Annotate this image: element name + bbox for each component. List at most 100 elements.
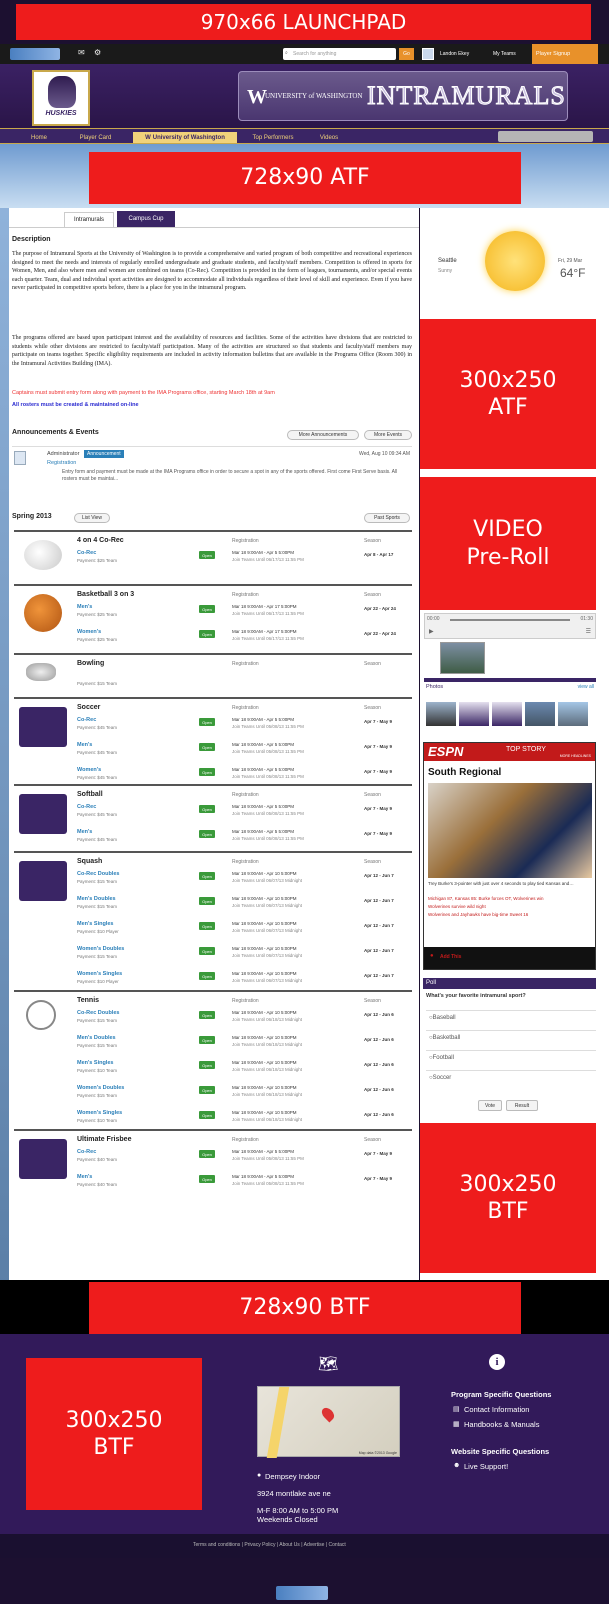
nav-top-performers[interactable]: Top Performers <box>244 132 302 143</box>
leaderboard-btf-ad[interactable]: 728x90 BTF <box>89 1282 521 1334</box>
launchpad-ad[interactable]: 970x66 LAUNCHPAD <box>16 4 591 40</box>
video-progress-bar[interactable] <box>450 619 570 621</box>
division-link[interactable]: Women's Doubles <box>77 946 124 952</box>
registration-dates: Mar 18 9:00AM - Apr 17 5:00PM <box>232 604 297 609</box>
poll-vote-button[interactable]: Vote <box>478 1100 502 1111</box>
add-this-icon[interactable]: ● <box>430 953 434 959</box>
more-events-button[interactable]: More Events <box>364 430 412 440</box>
division-link[interactable]: Women's <box>77 629 101 635</box>
division-link[interactable]: Men's Singles <box>77 921 113 927</box>
poll-option-basketball[interactable]: ○ Basketball <box>426 1030 596 1045</box>
rectangle-atf-ad[interactable]: 300x250 ATF <box>420 319 596 469</box>
poll-option-football[interactable]: ○ Football <box>426 1050 596 1065</box>
nav-toggle-button[interactable] <box>498 131 593 142</box>
division-link[interactable]: Co-Rec <box>77 550 96 556</box>
photo-thumb-4[interactable] <box>525 702 555 726</box>
division-link[interactable]: Men's <box>77 1174 92 1180</box>
announcement-item[interactable]: Administrator Announcement Wed, Aug 10 0… <box>12 446 412 492</box>
announcement-heading[interactable]: Registration <box>47 460 76 466</box>
photo-thumb-3[interactable] <box>492 702 522 726</box>
division-link[interactable]: Women's Doubles <box>77 1085 124 1091</box>
menu-icon[interactable]: ☰ <box>586 628 591 635</box>
division-link[interactable]: Men's Doubles <box>77 896 116 902</box>
footer-logo[interactable] <box>276 1586 328 1600</box>
user-name-link[interactable]: Landon Ekey <box>440 51 469 57</box>
photo-thumb-1[interactable] <box>426 702 456 726</box>
rectangle-btf-ad-side[interactable]: 300x250 BTF <box>420 1123 596 1273</box>
division-link[interactable]: Co-Rec <box>77 804 96 810</box>
espn-link-3[interactable]: Wolverines and Jayhawks have big-time Sw… <box>428 912 592 917</box>
sport-name[interactable]: 4 on 4 Co-Rec <box>77 537 124 544</box>
espn-more-headlines[interactable]: MORE HEADLINES <box>560 754 591 758</box>
season-column-header: Season <box>364 705 381 711</box>
sport-name[interactable]: Basketball 3 on 3 <box>77 591 134 598</box>
photo-thumb-5[interactable] <box>558 702 588 726</box>
more-announcements-button[interactable]: More Announcements <box>287 430 359 440</box>
notification-icon[interactable]: ✉ <box>78 48 88 58</box>
video-preroll-ad[interactable]: VIDEO Pre-Roll <box>420 477 596 610</box>
photo-thumb-2[interactable] <box>459 702 489 726</box>
site-logo[interactable] <box>10 48 60 60</box>
division-link[interactable]: Co-Rec Doubles <box>77 1010 119 1016</box>
tab-campus-cup[interactable]: Campus Cup <box>117 211 175 227</box>
division-link[interactable]: Co-Rec <box>77 717 96 723</box>
division-link[interactable]: Co-Rec <box>77 1149 96 1155</box>
video-controls[interactable]: 00:00 01:30 ▶ ☰ <box>424 613 596 639</box>
search-button[interactable]: Go <box>399 48 414 60</box>
division-link[interactable]: Men's <box>77 604 92 610</box>
division-link[interactable]: Men's Doubles <box>77 1035 116 1041</box>
espn-link-2[interactable]: Wolverines survive wild night <box>428 904 592 909</box>
nav-player-card[interactable]: Player Card <box>68 132 123 143</box>
map-widget[interactable]: Map data ©2013 Google <box>257 1386 400 1458</box>
my-teams-link[interactable]: My Teams <box>493 51 516 57</box>
avatar[interactable] <box>422 48 434 60</box>
division-link[interactable]: Men's <box>77 829 92 835</box>
video-thumbnail[interactable] <box>440 642 485 674</box>
division-link[interactable]: Men's Singles <box>77 1060 113 1066</box>
huskies-logo[interactable]: HUSKIES <box>32 70 90 126</box>
espn-logo: ESPN <box>428 744 464 759</box>
add-this-link[interactable]: Add This <box>440 954 461 960</box>
list-view-button[interactable]: List View <box>74 513 110 523</box>
footer-links[interactable]: Terms and conditions | Privacy Policy | … <box>193 1542 346 1548</box>
sport-name[interactable]: Soccer <box>77 704 100 711</box>
poll-result-button[interactable]: Result <box>506 1100 538 1111</box>
nav-videos[interactable]: Videos <box>310 132 348 143</box>
sport-name[interactable]: Tennis <box>77 997 99 1004</box>
division-link[interactable]: Women's Singles <box>77 971 122 977</box>
sport-name[interactable]: Squash <box>77 858 102 865</box>
espn-link-1[interactable]: Michigan 87, Kansas 85: Burke forces OT,… <box>428 896 592 901</box>
settings-icon[interactable]: ⚙ <box>94 48 104 58</box>
sport-name[interactable]: Softball <box>77 791 103 798</box>
tab-intramurals[interactable]: Intramurals <box>64 212 114 227</box>
past-sports-button[interactable]: Past Sports <box>364 513 410 523</box>
player-signup-button[interactable]: Player Signup <box>532 44 598 64</box>
nav-home[interactable]: Home <box>20 132 58 143</box>
leaderboard-atf-ad[interactable]: 728x90 ATF <box>89 152 521 204</box>
division-link[interactable]: Women's <box>77 767 101 773</box>
nav-university[interactable]: W University of Washington <box>133 132 237 143</box>
sport-block: Soccer Registration Season Co-Rec Payment: $… <box>14 697 412 780</box>
live-support-link[interactable]: Live Support! <box>464 1462 508 1471</box>
division-link[interactable]: Women's Singles <box>77 1110 122 1116</box>
division-link[interactable]: Men's <box>77 742 92 748</box>
open-status-badge: Open <box>199 1111 215 1119</box>
announcements-title: Announcements & Events <box>12 429 99 436</box>
play-icon[interactable]: ▶ <box>429 628 434 635</box>
photos-view-all[interactable]: view all <box>578 684 594 690</box>
sport-name[interactable]: Bowling <box>77 660 104 667</box>
sport-name[interactable]: Ultimate Frisbee <box>77 1136 131 1143</box>
poll-option-baseball[interactable]: ○ Baseball <box>426 1010 596 1025</box>
search-input[interactable]: ⌕ Search for anything <box>283 48 396 60</box>
division-link[interactable]: Co-Rec Doubles <box>77 871 119 877</box>
contact-info-link[interactable]: Contact Information <box>464 1405 529 1414</box>
espn-photo[interactable] <box>428 783 592 878</box>
espn-headline[interactable]: South Regional <box>428 767 501 778</box>
season-dates: Apr 7 - May 9 <box>364 719 393 724</box>
poll-option-soccer[interactable]: ○ Soccer <box>426 1070 596 1085</box>
rectangle-btf-ad-footer[interactable]: 300x250 BTF <box>26 1358 202 1510</box>
map-pin-icon[interactable] <box>319 1405 337 1423</box>
open-status-badge: Open <box>199 630 215 638</box>
handbooks-link[interactable]: Handbooks & Manuals <box>464 1420 539 1429</box>
season-dates: Apr 22 - Apr 24 <box>364 631 396 636</box>
